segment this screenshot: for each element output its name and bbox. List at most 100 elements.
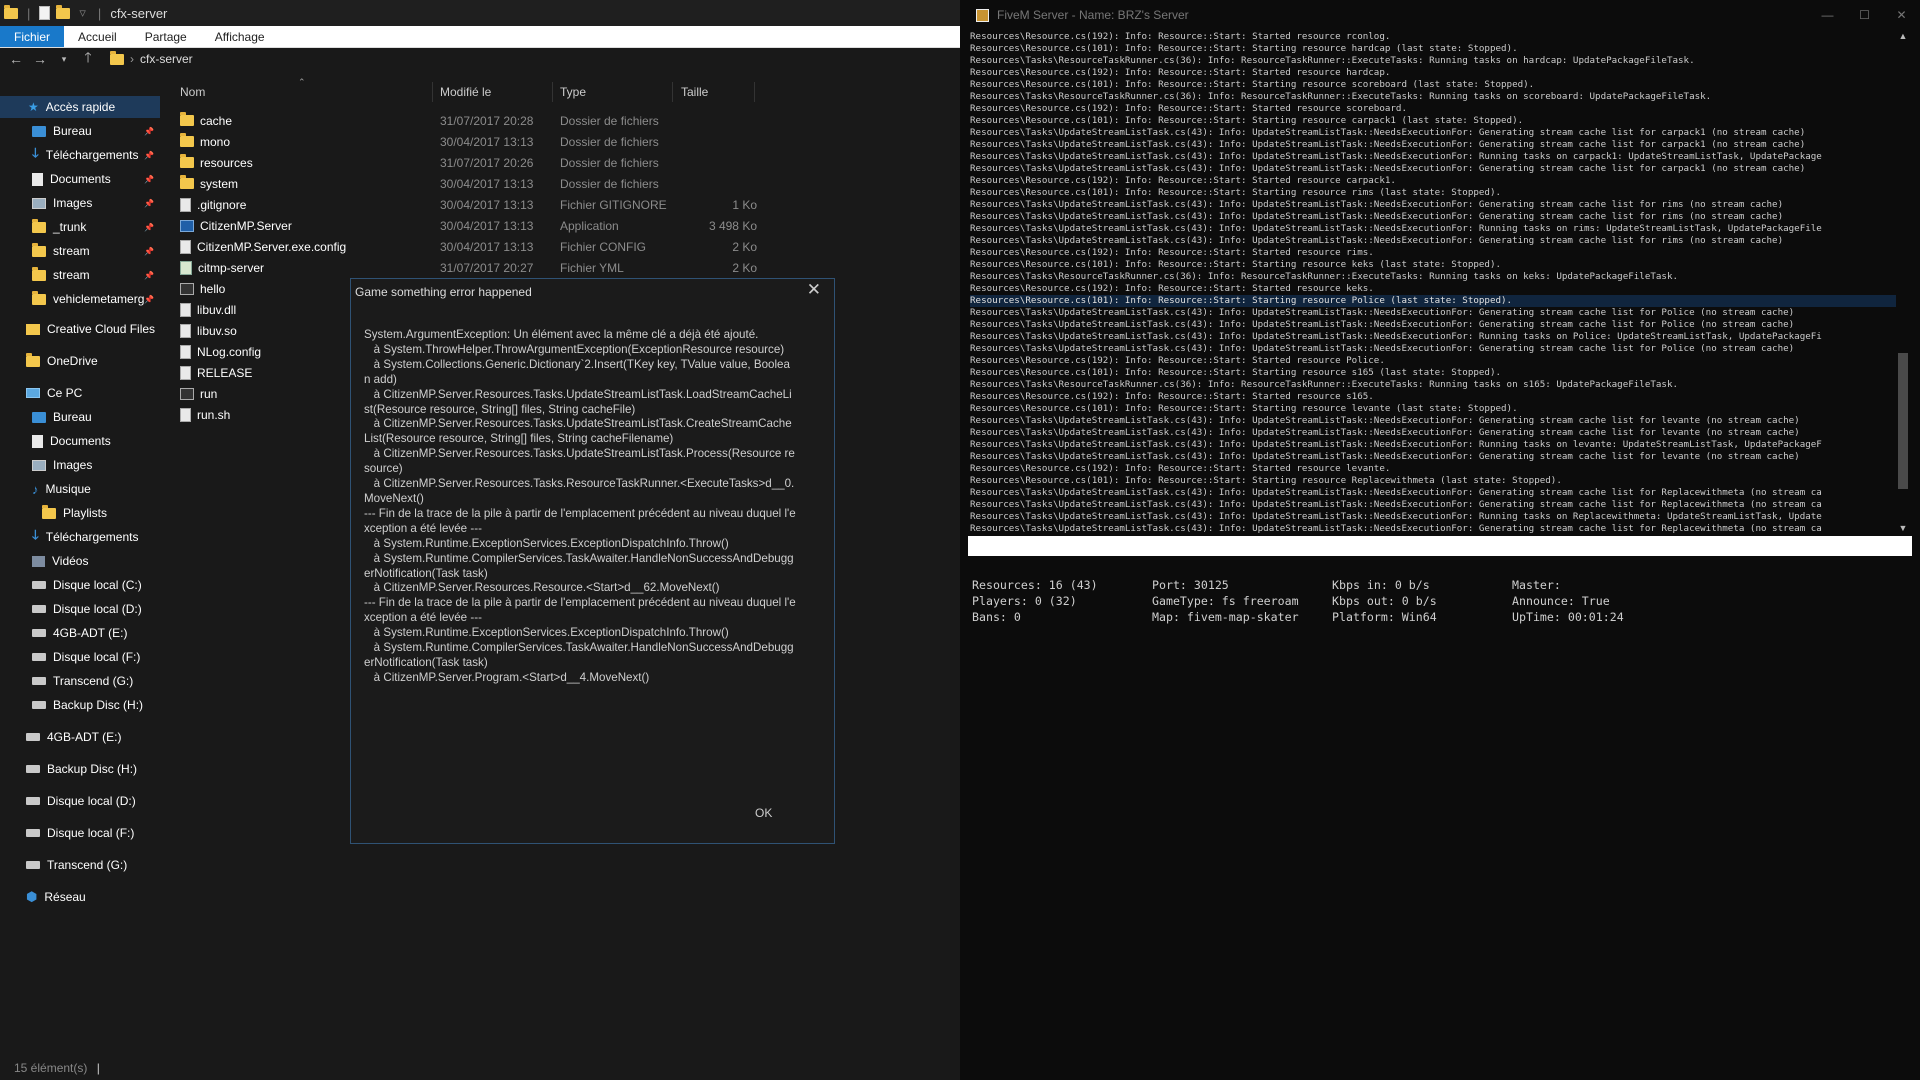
file-name-cell[interactable]: system — [180, 175, 239, 191]
folder-icon[interactable] — [4, 4, 18, 19]
back-arrow-icon[interactable]: ← — [8, 51, 24, 67]
nav-item[interactable]: Backup Disc (H:) — [0, 758, 160, 780]
folder-icon — [32, 218, 46, 233]
log-line: Resources\Tasks\UpdateStreamListTask.cs(… — [970, 127, 1806, 138]
nav-item[interactable]: Disque local (D:) — [0, 598, 160, 620]
nav-item[interactable]: Bureau 📌 — [0, 120, 160, 142]
tab-partage[interactable]: Partage — [131, 26, 201, 47]
file-name-cell[interactable]: run.sh — [180, 407, 230, 422]
pin-icon: 📌 — [144, 222, 154, 232]
nav-item[interactable]: Disque local (D:) — [0, 790, 160, 812]
file-name: NLog.config — [197, 344, 262, 359]
nav-item[interactable]: Disque local (F:) — [0, 646, 160, 668]
file-name-cell[interactable]: hello — [180, 282, 225, 296]
nav-item[interactable]: Ce PC — [0, 382, 160, 404]
shell-icon — [180, 387, 194, 400]
stat-kbps-out: Kbps out: 0 b/s — [1332, 594, 1437, 608]
nav-item[interactable]: vehiclemetamerg 📌 — [0, 288, 160, 310]
breadcrumb[interactable]: › cfx-server — [110, 50, 193, 66]
nav-item[interactable]: 🡓 Téléchargements — [0, 526, 160, 548]
scroll-down-icon[interactable]: ▼ — [1897, 523, 1909, 535]
recent-dropdown-icon[interactable]: ▾ — [56, 54, 72, 65]
file-row[interactable]: CitizenMP.Server.exe.config 30/04/2017 13… — [170, 236, 760, 257]
file-row[interactable]: resources 31/07/2017 20:26 Dossier de fich… — [170, 152, 760, 173]
file-name-cell[interactable]: cache — [180, 112, 232, 128]
column-header-modified[interactable]: Modifié le — [440, 85, 491, 99]
minimize-icon[interactable]: — — [1809, 0, 1846, 30]
column-divider[interactable] — [552, 82, 553, 102]
file-name-cell[interactable]: libuv.dll — [180, 302, 236, 317]
file-name: system — [200, 176, 239, 191]
scroll-thumb[interactable] — [1898, 353, 1908, 489]
file-row[interactable]: citmp-server 31/07/2017 20:27 Fichier YML 2… — [170, 257, 760, 278]
file-name-cell[interactable]: run — [180, 387, 217, 401]
file-name-cell[interactable]: citmp-server — [180, 260, 264, 275]
nav-item[interactable]: Transcend (G:) — [0, 670, 160, 692]
dropdown-icon[interactable]: ▿ — [76, 5, 89, 21]
file-name-cell[interactable]: libuv.so — [180, 323, 237, 338]
file-name-cell[interactable]: mono — [180, 133, 230, 149]
nav-item[interactable]: Documents — [0, 430, 160, 452]
nav-item[interactable]: ★ Accès rapide — [0, 96, 160, 118]
nav-item[interactable]: Playlists — [0, 502, 160, 524]
column-header-size[interactable]: Taille — [681, 85, 708, 99]
pin-icon: 📌 — [144, 174, 154, 184]
properties-icon[interactable] — [39, 6, 51, 20]
nav-item[interactable]: _trunk 📌 — [0, 216, 160, 238]
file-row[interactable]: .gitignore 30/04/2017 13:13 Fichier GITIGN… — [170, 194, 760, 215]
file-name-cell[interactable]: resources — [180, 154, 253, 170]
tab-affichage[interactable]: Affichage — [201, 26, 279, 47]
log-line: Resources\Resource.cs(192): Info: Resour… — [970, 175, 1396, 186]
column-header-name[interactable]: Nom — [180, 85, 205, 99]
file-name-cell[interactable]: CitizenMP.Server — [180, 219, 292, 233]
nav-item[interactable]: 4GB-ADT (E:) — [0, 622, 160, 644]
column-divider[interactable] — [432, 82, 433, 102]
forward-arrow-icon[interactable]: → — [32, 51, 48, 67]
nav-item[interactable]: Images 📌 — [0, 192, 160, 214]
nav-item[interactable]: OneDrive — [0, 350, 160, 372]
up-arrow-icon[interactable]: 🡑 — [80, 47, 96, 71]
nav-item[interactable]: 4GB-ADT (E:) — [0, 726, 160, 748]
ok-button[interactable]: OK — [755, 806, 772, 820]
breadcrumb-item[interactable]: cfx-server — [140, 52, 193, 66]
nav-item[interactable]: Creative Cloud Files — [0, 318, 160, 340]
console-scrollbar[interactable]: ▲ ▼ — [1896, 31, 1910, 535]
file-row[interactable]: CitizenMP.Server 30/04/2017 13:13 Applicat… — [170, 215, 760, 236]
file-row[interactable]: system 30/04/2017 13:13 Dossier de fichier… — [170, 173, 760, 194]
close-icon[interactable]: ✕ — [807, 280, 821, 300]
file-name-cell[interactable]: CitizenMP.Server.exe.config — [180, 239, 346, 254]
file-name-cell[interactable]: RELEASE — [180, 365, 252, 380]
maximize-icon[interactable]: ☐ — [1846, 0, 1883, 30]
column-divider[interactable] — [672, 82, 673, 102]
nav-item[interactable]: stream 📌 — [0, 264, 160, 286]
new-folder-icon[interactable] — [56, 4, 71, 19]
column-header-type[interactable]: Type — [560, 85, 586, 99]
nav-item[interactable]: stream 📌 — [0, 240, 160, 262]
nav-item[interactable]: Backup Disc (H:) — [0, 694, 160, 716]
file-name-cell[interactable]: NLog.config — [180, 344, 262, 359]
nav-item[interactable]: Disque local (F:) — [0, 822, 160, 844]
tab-fichier[interactable]: Fichier — [0, 26, 65, 47]
column-divider[interactable] — [754, 82, 755, 102]
command-input[interactable] — [968, 536, 1912, 556]
file-name-cell[interactable]: .gitignore — [180, 197, 246, 212]
close-icon[interactable]: ✕ — [1883, 0, 1920, 30]
file-row[interactable]: mono 30/04/2017 13:13 Dossier de fichiers — [170, 131, 760, 152]
nav-item[interactable]: Disque local (C:) — [0, 574, 160, 596]
nav-item[interactable]: 🡓 Téléchargements 📌 — [0, 144, 160, 166]
nav-item[interactable]: ⬢ Réseau — [0, 886, 160, 908]
scroll-up-icon[interactable]: ▲ — [1897, 31, 1909, 43]
nav-item[interactable]: Transcend (G:) — [0, 854, 160, 876]
nav-item[interactable]: Documents 📌 — [0, 168, 160, 190]
ribbon-tabs: Fichier Accueil Partage Affichage — [0, 26, 960, 48]
nav-item[interactable]: Images — [0, 454, 160, 476]
log-line: Resources\Tasks\ResourceTaskRunner.cs(36… — [970, 55, 1695, 66]
tab-accueil[interactable]: Accueil — [64, 26, 131, 47]
nav-item[interactable]: Vidéos — [0, 550, 160, 572]
nav-item[interactable]: ♪ Musique — [0, 478, 160, 500]
nav-item[interactable]: Bureau — [0, 406, 160, 428]
shell-icon — [180, 282, 194, 295]
file-row[interactable]: cache 31/07/2017 20:28 Dossier de fichiers — [170, 110, 760, 131]
status-separator: | — [96, 1061, 100, 1075]
nav-item-label: Images — [53, 458, 93, 472]
